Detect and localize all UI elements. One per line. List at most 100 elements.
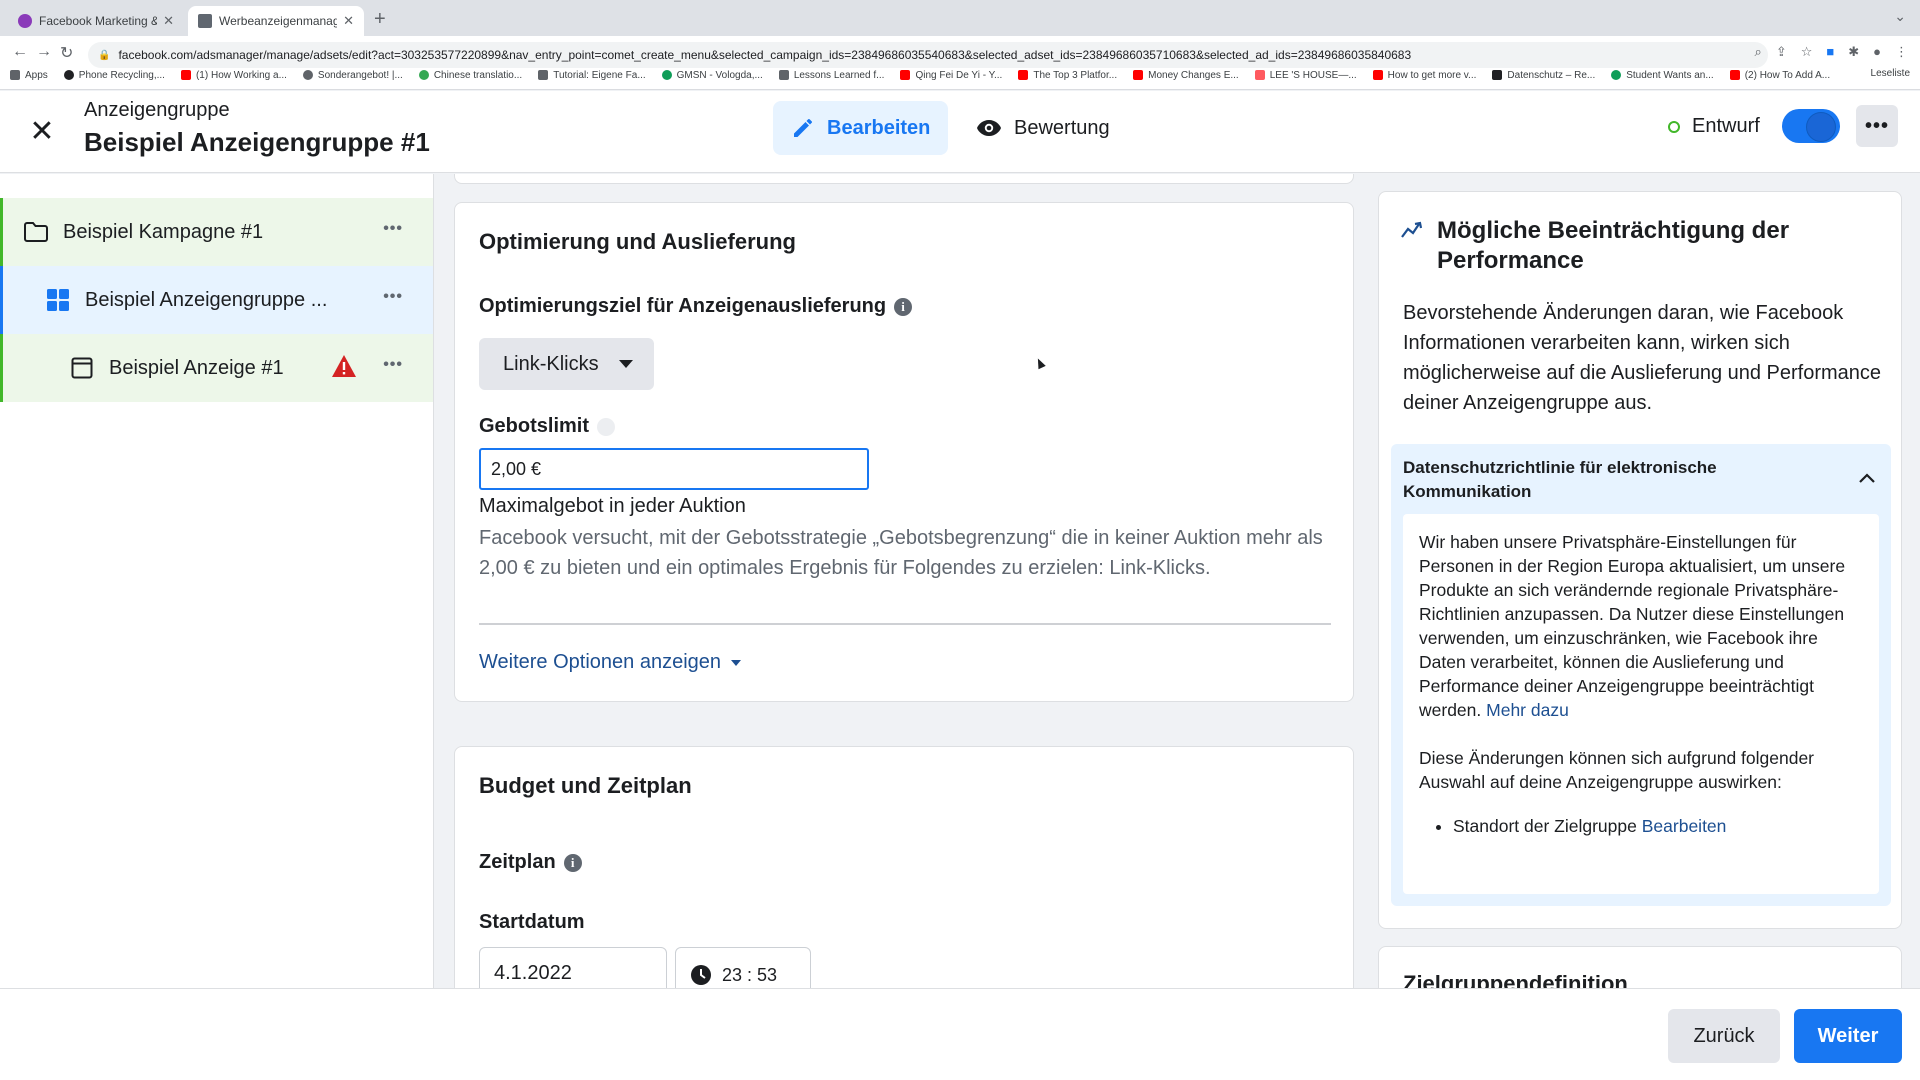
start-date-input[interactable]: 4.1.2022 — [479, 947, 667, 988]
edit-audience-link[interactable]: Bearbeiten — [1642, 816, 1727, 836]
browser-toolbar: ← → ↻ 🔒 facebook.com/adsmanager/manage/a… — [0, 36, 1920, 90]
bookmark-item[interactable]: GMSN - Vologda,... — [661, 70, 763, 81]
sidebar-item-label: Beispiel Anzeigengruppe ... — [85, 288, 328, 311]
draft-status-icon — [1668, 120, 1680, 133]
close-tab-icon[interactable]: ✕ — [343, 13, 354, 29]
bookmark-favicon-icon — [661, 70, 672, 80]
back-button[interactable]: Zurück — [1668, 1009, 1780, 1063]
caret-down-icon — [731, 659, 742, 666]
bookmark-favicon-icon — [418, 70, 429, 80]
optimization-goal-dropdown[interactable]: Link-Klicks — [479, 338, 654, 390]
tab-edit-label: Bearbeiten — [827, 116, 931, 139]
youtube-icon — [900, 70, 911, 80]
more-options-link[interactable]: Weitere Optionen anzeigen — [479, 651, 742, 674]
bookmark-item[interactable]: (1) How Working a... — [180, 70, 287, 81]
privacy-accordion: Datenschutzrichtlinie für elektronische … — [1391, 444, 1891, 906]
chevron-up-icon[interactable] — [1859, 470, 1875, 488]
menu-kebab-icon[interactable]: ⋮ — [1895, 44, 1908, 60]
warning-triangle-icon[interactable] — [331, 354, 357, 384]
bookmark-item[interactable]: Sonderangebot! |... — [302, 70, 403, 81]
start-date-label: Startdatum — [479, 911, 585, 933]
browser-tab-bar: Facebook Marketing & Werbea... ✕ Werbean… — [0, 0, 1920, 36]
bookmark-favicon-icon — [1492, 70, 1503, 80]
bid-cap-input[interactable] — [479, 448, 869, 490]
tab-review[interactable]: Bewertung — [976, 101, 1110, 155]
toolbar-icons: ⌕ ⇪ ☆ ■ ✱ ● ⋮ — [1755, 44, 1908, 60]
status-badge: Entwurf — [1668, 115, 1760, 138]
bookmark-item[interactable]: (2) How To Add A... — [1729, 70, 1830, 81]
accordion-content: Wir haben unsere Privatsphäre-Einstellun… — [1403, 514, 1879, 894]
bookmark-apps[interactable]: Apps — [10, 70, 48, 81]
reading-list[interactable]: Leseliste — [1871, 68, 1910, 79]
bookmark-item[interactable]: Money Changes E... — [1133, 70, 1239, 81]
tab-search-chevron-icon[interactable]: ⌄ — [1894, 8, 1906, 25]
bookmark-item[interactable]: How to get more v... — [1372, 70, 1476, 81]
bookmark-favicon-icon — [1611, 70, 1622, 80]
folder-icon — [23, 220, 49, 244]
bookmark-item[interactable]: Phone Recycling,... — [63, 70, 165, 81]
bookmark-item[interactable]: Student Wants an... — [1611, 70, 1714, 81]
instagram-favicon-icon — [18, 14, 32, 28]
sidebar-item-adset[interactable]: Beispiel Anzeigengruppe ... ••• — [0, 266, 433, 334]
optimization-card: Optimierung und Auslieferung Optimierung… — [454, 202, 1354, 702]
new-tab-icon[interactable]: + — [374, 8, 386, 31]
bookmark-item[interactable]: Tutorial: Eigene Fa... — [538, 70, 646, 81]
forward-arrow-icon[interactable]: → — [36, 43, 52, 61]
sidebar-item-campaign[interactable]: Beispiel Kampagne #1 ••• — [0, 198, 433, 266]
bookmark-item[interactable]: Chinese translatio... — [418, 70, 522, 81]
panel-body: Bevorstehende Änderungen daran, wie Face… — [1403, 302, 1882, 414]
airbnb-icon — [1254, 70, 1265, 80]
pencil-icon — [794, 119, 812, 137]
accordion-paragraph: Diese Änderungen können sich aufgrund fo… — [1419, 748, 1815, 792]
close-icon[interactable]: ✕ — [22, 111, 62, 151]
adsmanager-favicon-icon — [198, 14, 212, 28]
performance-warning-panel: Mögliche Beeinträchtigung der Performanc… — [1378, 191, 1902, 929]
tab-title: Werbeanzeigenmanager - Wer... — [219, 14, 338, 28]
more-dots-icon[interactable]: ••• — [383, 356, 403, 374]
reload-icon[interactable]: ↻ — [60, 43, 73, 63]
more-dots-icon[interactable]: ••• — [383, 288, 403, 306]
bookmark-favicon-icon — [778, 70, 789, 80]
accordion-title[interactable]: Datenschutzrichtlinie für elektronische … — [1403, 456, 1823, 504]
youtube-icon — [1372, 70, 1383, 80]
bookmark-item[interactable]: Qing Fei De Yi - Y... — [900, 70, 1002, 81]
back-arrow-icon[interactable]: ← — [12, 43, 28, 61]
start-time-input[interactable]: 23 : 53 — [675, 947, 811, 988]
profile-avatar-icon[interactable]: ● — [1873, 44, 1881, 60]
extensions-icon[interactable]: ✱ — [1848, 44, 1859, 60]
tab-title: Facebook Marketing & Werbea... — [39, 14, 157, 28]
trend-chart-icon — [1401, 220, 1425, 245]
tab-edit[interactable]: Bearbeiten — [773, 101, 948, 155]
star-icon[interactable]: ☆ — [1801, 44, 1813, 60]
youtube-icon — [1018, 70, 1029, 80]
bookmark-item[interactable]: Datenschutz – Re... — [1492, 70, 1595, 81]
browser-tab-adsmanager[interactable]: Werbeanzeigenmanager - Wer... ✕ — [188, 6, 364, 36]
more-options-button[interactable]: ••• — [1856, 105, 1898, 147]
zoom-icon[interactable]: ⌕ — [1755, 44, 1762, 60]
ad-page-icon — [69, 356, 95, 380]
info-icon[interactable]: i — [597, 417, 616, 436]
close-tab-icon[interactable]: ✕ — [163, 13, 174, 29]
bid-label: Gebotslimit i — [479, 415, 616, 438]
eye-icon — [977, 120, 1001, 136]
more-dots-icon[interactable]: ••• — [383, 220, 403, 238]
budget-schedule-card: Budget und Zeitplan Zeitplan i Startdatu… — [454, 746, 1354, 988]
bookmark-item[interactable]: LEE 'S HOUSE—... — [1254, 70, 1357, 81]
bookmark-item[interactable]: Lessons Learned f... — [778, 70, 884, 81]
next-button[interactable]: Weiter — [1794, 1009, 1902, 1063]
bookmark-item[interactable]: The Top 3 Platfor... — [1018, 70, 1117, 81]
footer-bar: Zurück Weiter — [0, 988, 1920, 1080]
info-icon[interactable]: i — [894, 297, 913, 316]
header-subtitle: Anzeigengruppe — [84, 99, 230, 121]
page-title: Beispiel Anzeigengruppe #1 — [84, 127, 430, 157]
previous-section-card — [454, 174, 1354, 184]
facebook-extension-icon[interactable]: ■ — [1826, 44, 1834, 60]
share-icon[interactable]: ⇪ — [1776, 44, 1787, 60]
url-text: facebook.com/adsmanager/manage/adsets/ed… — [118, 48, 1412, 62]
adset-toggle[interactable] — [1782, 109, 1840, 143]
learn-more-link[interactable]: Mehr dazu — [1486, 700, 1569, 720]
tab-review-label: Bewertung — [1014, 116, 1110, 139]
sidebar-item-ad[interactable]: Beispiel Anzeige #1 ••• — [0, 334, 433, 402]
info-icon[interactable]: i — [563, 853, 582, 872]
browser-tab-facebook-marketing[interactable]: Facebook Marketing & Werbea... ✕ — [8, 6, 184, 36]
